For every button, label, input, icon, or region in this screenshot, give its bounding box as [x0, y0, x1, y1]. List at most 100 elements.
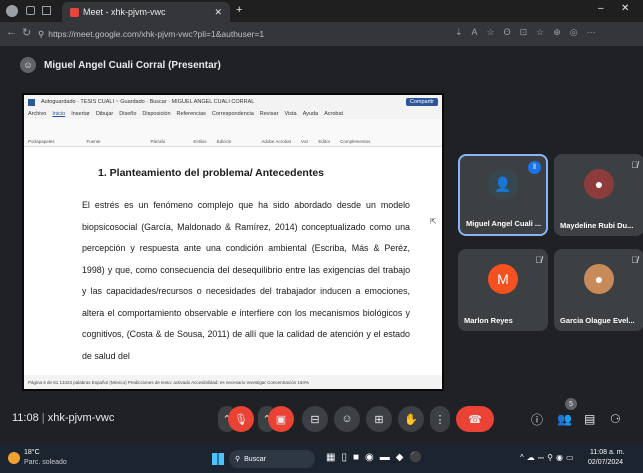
avatar: ● — [584, 263, 614, 294]
toolbar-icons: ⇣A☆ʘ⊡☆⊕◎⋯ — [455, 27, 605, 37]
taskbar-apps[interactable]: ▦▯■◉▬◆⚫ — [326, 452, 428, 463]
word-menu-item: Insertar — [71, 111, 90, 117]
more-options-button[interactable]: ⋮ — [430, 406, 450, 432]
presenter-avatar: ☺ — [20, 57, 36, 73]
word-logo-icon — [28, 98, 35, 106]
participant-name: Miguel Angel Cuali ... — [466, 219, 542, 228]
tab-groups-icon[interactable] — [42, 6, 51, 15]
share-button: Compartir — [405, 98, 438, 106]
profile-icon[interactable] — [6, 5, 18, 17]
word-title-bar: Autoguardado · TESIS CUALI ~ Guardado · … — [24, 95, 442, 109]
ribbon-group-label: Voz — [300, 139, 309, 144]
taskbar-search-label: Buscar — [244, 455, 266, 463]
meet-stage: ☺ Miguel Angel Cuali Corral (Presentar) … — [0, 46, 643, 432]
participant-count-badge: 5 — [565, 398, 577, 410]
search-icon: ⚲ — [235, 456, 241, 463]
presenter-label: Miguel Angel Cuali Corral (Presentar) — [44, 59, 221, 71]
word-menu-item: Archivo — [28, 111, 47, 117]
word-menu-item: Inicio — [52, 111, 66, 117]
weather-temp: 18°C — [24, 449, 40, 456]
site-info-icon[interactable]: ⚲ — [38, 29, 44, 40]
mic-off-icon: 🎙̸ — [631, 255, 638, 265]
status-text: Página 6 de 61 13423 palabras Español (M… — [28, 379, 309, 385]
present-button[interactable]: ⊞ — [366, 406, 392, 432]
mic-off-icon: 🎙̸ — [631, 160, 638, 170]
tab-title: Meet - xhk-pjvm-vwc — [83, 7, 166, 17]
meeting-time: 11:08 — [12, 412, 39, 424]
emoji-button[interactable]: ☺ — [334, 406, 360, 432]
meeting-info: 11:08 | xhk-pjvm-vwc — [12, 412, 115, 424]
ribbon-group-label: Edición — [216, 139, 232, 144]
word-document: 1. Planteamiento del problema/ Anteceden… — [24, 147, 442, 375]
url-text: https://meet.google.com/xhk-pjvm-vwc?pli… — [48, 29, 265, 39]
word-menu-item: Diseño — [119, 111, 137, 117]
address-bar: ← ↻ ⚲ https://meet.google.com/xhk-pjvm-v… — [0, 22, 643, 46]
system-tray[interactable]: ^☁⎓⚲◉▭ — [520, 453, 577, 463]
ribbon-group-label: Fuente — [86, 139, 101, 144]
word-status-bar: Página 6 de 61 13423 palabras Español (M… — [24, 375, 442, 389]
captions-button[interactable]: ⊟ — [302, 406, 328, 432]
tray-clock-time: 11:08 a. m. — [590, 449, 625, 456]
word-menu-item: Disposición — [142, 111, 171, 117]
taskbar-search[interactable]: ⚲ Buscar — [229, 450, 315, 468]
word-ribbon: Portapapeles Fuente Párrafo Estilos Edic… — [24, 119, 442, 147]
activities-icon[interactable]: ⚆ — [610, 412, 621, 426]
chat-icon[interactable]: ▤ — [584, 412, 595, 426]
new-tab-icon[interactable]: + — [236, 4, 242, 16]
reload-icon[interactable]: ↻ — [22, 26, 31, 39]
close-tab-icon[interactable]: ✕ — [214, 7, 222, 18]
url-field[interactable]: ⚲ https://meet.google.com/xhk-pjvm-vwc?p… — [38, 25, 368, 43]
meeting-code: xhk-pjvm-vwc — [47, 412, 115, 424]
word-menu-item: Referencias — [176, 111, 206, 117]
ribbon-group-label: Portapapeles — [28, 139, 55, 144]
word-title-text: Autoguardado · TESIS CUALI ~ Guardado · … — [41, 99, 255, 105]
word-menu-item: Acrobat — [324, 111, 344, 117]
participant-tile[interactable]: 🎙̸ ● Maydeline Rubi Du... — [554, 154, 643, 236]
cursor-icon: ⇱ — [430, 217, 437, 226]
avatar: M — [488, 263, 518, 294]
avatar: ● — [584, 168, 614, 199]
raise-hand-button[interactable]: ✋ — [398, 406, 424, 432]
info-icon[interactable]: ⓘ — [531, 411, 543, 428]
browser-tab-strip: Meet - xhk-pjvm-vwc ✕ + – ✕ — [0, 0, 643, 22]
ribbon-group-label: Estilos — [193, 139, 207, 144]
weather-icon[interactable] — [8, 452, 20, 464]
document-heading: 1. Planteamiento del problema/ Anteceden… — [98, 167, 325, 179]
people-icon[interactable]: 👥 — [557, 412, 572, 426]
document-paragraph: El estrés es un fenómeno complejo que ha… — [82, 200, 410, 361]
close-window-icon[interactable]: ✕ — [621, 3, 629, 14]
ribbon-group-label: Editor — [318, 139, 331, 144]
ribbon-group-label: Adobe Acrobat — [261, 139, 291, 144]
participant-tile[interactable]: 🎙̸ M Marlon Reyes — [458, 249, 548, 331]
word-menu-item: Vista — [284, 111, 297, 117]
start-icon[interactable] — [212, 453, 224, 465]
back-icon[interactable]: ← — [6, 26, 17, 38]
word-menu-item: Dibujar — [95, 111, 114, 117]
leave-call-button[interactable]: ☎ — [456, 406, 494, 432]
participant-name: Maydeline Rubi Du... — [560, 221, 634, 230]
tab-meet[interactable]: Meet - xhk-pjvm-vwc ✕ — [62, 2, 230, 22]
weather-desc: Parc. soleado — [24, 459, 67, 466]
speaking-indicator-icon: ⦀ — [528, 161, 541, 174]
ribbon-group-label: Párrafo — [150, 139, 166, 144]
participant-tile[interactable]: 👤 ⦀ Miguel Angel Cuali ... — [458, 154, 548, 236]
meet-favicon-icon — [70, 7, 79, 17]
ribbon-group-label: Complementos — [340, 139, 371, 144]
word-menu-item: Revisar — [259, 111, 279, 117]
tab-actions-icon[interactable] — [26, 6, 35, 15]
participant-name: Garcia Olague Evel... — [560, 316, 635, 325]
minimize-icon[interactable]: – — [598, 3, 604, 14]
participant-tile[interactable]: 🎙̸ ● Garcia Olague Evel... — [554, 249, 643, 331]
shared-screen[interactable]: Autoguardado · TESIS CUALI ~ Guardado · … — [22, 93, 444, 391]
mic-off-icon: 🎙̸ — [535, 255, 542, 265]
camera-toggle-button[interactable]: ▣ — [268, 406, 294, 432]
avatar: 👤 — [488, 169, 518, 200]
app-root: Meet - xhk-pjvm-vwc ✕ + – ✕ ← ↻ ⚲ https:… — [0, 0, 643, 473]
word-menu-item: Ayuda — [302, 111, 319, 117]
tray-clock-date: 02/07/2024 — [588, 459, 624, 466]
windows-taskbar: 18°C Parc. soleado ⚲ Buscar ▦▯■◉▬◆⚫ ^☁⎓⚲… — [0, 445, 643, 473]
mic-toggle-button[interactable]: 🎙 — [228, 406, 254, 432]
word-menu: Archivo Inicio Insertar Dibujar Diseño D… — [24, 109, 442, 119]
word-menu-item: Correspondencia — [211, 111, 254, 117]
presenter-header: ☺ Miguel Angel Cuali Corral (Presentar) — [20, 54, 440, 76]
